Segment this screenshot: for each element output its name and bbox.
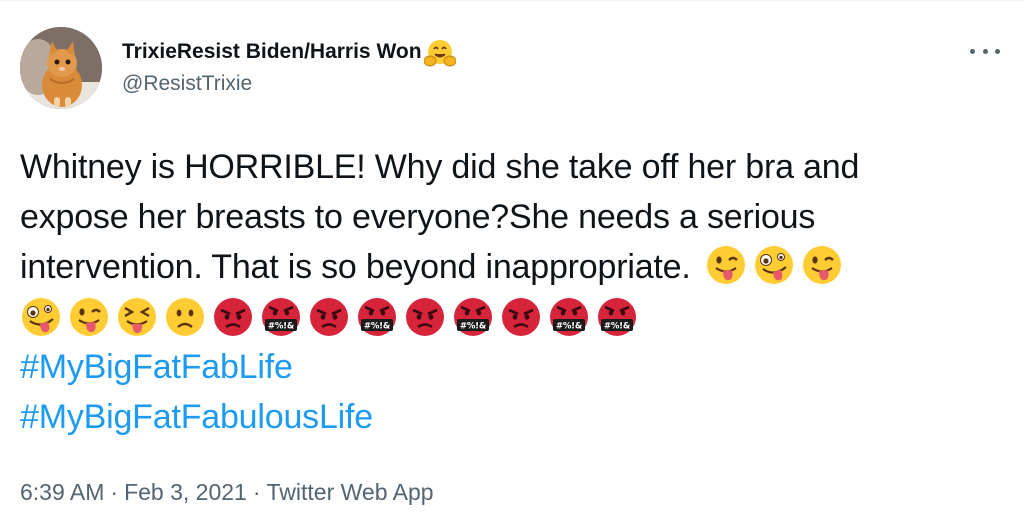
tweet-card: TrixieResist Biden/Harris Won @ResistTri… bbox=[0, 0, 1024, 525]
more-options-button[interactable] bbox=[970, 41, 1000, 61]
svg-text:#%!&: #%!& bbox=[556, 322, 583, 332]
angry-face-icon bbox=[500, 296, 542, 338]
tweet-text-line-with-emoji: intervention. That is so beyond inapprop… bbox=[20, 242, 1010, 292]
cursing-face-icon: #%!& bbox=[260, 296, 302, 338]
hugging-face-icon bbox=[423, 38, 457, 68]
meta-separator: · bbox=[252, 479, 261, 505]
svg-text:#%!&: #%!& bbox=[460, 322, 487, 332]
meta-separator: · bbox=[110, 479, 119, 505]
emoji-row: #%!& #%!& #%!& #%!& #%!& bbox=[20, 292, 1010, 342]
cursing-face-icon: #%!& bbox=[596, 296, 638, 338]
cursing-face-icon: #%!& bbox=[452, 296, 494, 338]
zany-face-icon bbox=[753, 244, 795, 286]
squinting-tongue-face-icon bbox=[116, 296, 158, 338]
cursing-face-icon: #%!& bbox=[356, 296, 398, 338]
hashtag-line: #MyBigFatFabulousLife bbox=[20, 392, 1010, 442]
more-dot-icon bbox=[982, 48, 988, 54]
svg-text:#%!&: #%!& bbox=[604, 322, 631, 332]
angry-face-icon bbox=[308, 296, 350, 338]
tweet-time[interactable]: 6:39 AM bbox=[20, 479, 104, 505]
winking-tongue-face-icon bbox=[801, 244, 843, 286]
winking-tongue-face-icon bbox=[68, 296, 110, 338]
svg-text:#%!&: #%!& bbox=[364, 322, 391, 332]
kitten-avatar-icon bbox=[20, 27, 102, 109]
frowning-face-icon bbox=[164, 296, 206, 338]
tweet-text-line: intervention. That is so beyond inapprop… bbox=[20, 248, 691, 286]
tweet-metadata: 6:39 AM · Feb 3, 2021 · Twitter Web App bbox=[20, 477, 434, 507]
tweet-date[interactable]: Feb 3, 2021 bbox=[124, 479, 247, 505]
author-handle[interactable]: @ResistTrixie bbox=[122, 71, 252, 97]
tweet-text-line: Whitney is HORRIBLE! Why did she take of… bbox=[20, 148, 860, 186]
angry-face-icon bbox=[404, 296, 446, 338]
display-name-text: TrixieResist Biden/Harris Won bbox=[122, 40, 422, 63]
zany-face-icon bbox=[20, 296, 62, 338]
winking-tongue-face-icon bbox=[705, 244, 747, 286]
hashtag-link[interactable]: #MyBigFatFabLife bbox=[20, 342, 293, 392]
avatar[interactable] bbox=[20, 27, 102, 109]
more-dot-icon bbox=[995, 48, 1000, 54]
cursing-face-icon: #%!& bbox=[548, 296, 590, 338]
hashtag-link[interactable]: #MyBigFatFabulousLife bbox=[20, 392, 373, 442]
angry-face-icon bbox=[212, 296, 254, 338]
tweet-text: Whitney is HORRIBLE! Why did she take of… bbox=[20, 142, 1010, 442]
more-dot-icon bbox=[970, 48, 975, 54]
tweet-text-line: expose her breasts to everyone?She needs… bbox=[20, 198, 816, 236]
hashtag-line: #MyBigFatFabLife bbox=[20, 342, 1010, 392]
author-display-name[interactable]: TrixieResist Biden/Harris Won bbox=[122, 37, 457, 68]
svg-text:#%!&: #%!& bbox=[268, 322, 295, 332]
tweet-source[interactable]: Twitter Web App bbox=[267, 479, 434, 505]
